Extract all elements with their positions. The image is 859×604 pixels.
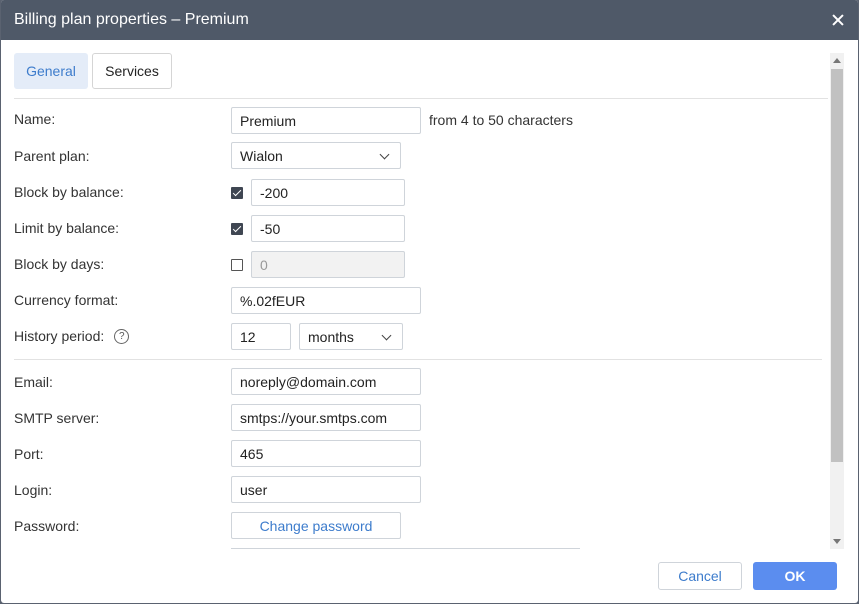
chevron-down-icon [379,149,390,160]
parent-plan-value: Wialon [240,147,283,164]
port-input[interactable]: 465 [231,440,421,467]
scroll-down-arrow-icon[interactable] [833,539,841,544]
history-period-label-text: History period: [14,328,105,344]
name-input[interactable]: Premium [231,107,421,134]
scrollbar[interactable] [830,53,844,549]
next-field-edge [231,548,580,549]
port-label: Port: [14,446,44,462]
name-hint: from 4 to 50 characters [429,112,573,128]
smtp-server-label: SMTP server: [14,410,100,426]
change-password-button[interactable]: Change password [231,512,401,539]
limit-by-balance-label: Limit by balance: [14,220,120,236]
scroll-thumb[interactable] [831,69,843,462]
login-input[interactable]: user [231,476,421,503]
dialog-titlebar: Billing plan properties – Premium [1,0,858,40]
currency-format-input[interactable]: %.02fEUR [231,287,421,314]
block-by-days-label: Block by days: [14,256,105,272]
tab-bar: General Services [14,53,172,89]
block-by-balance-label: Block by balance: [14,184,124,200]
parent-plan-label: Parent plan: [14,148,90,164]
ok-button[interactable]: OK [753,562,837,590]
general-form: Name: Premium from 4 to 50 characters Pa… [14,99,824,549]
dialog-title: Billing plan properties – Premium [14,11,249,28]
currency-format-label: Currency format: [14,292,119,308]
block-by-balance-checkbox[interactable] [231,187,243,199]
history-period-unit-select[interactable]: months [299,323,403,350]
cancel-button[interactable]: Cancel [658,562,742,590]
history-period-unit-value: months [308,328,354,345]
password-label: Password: [14,518,80,534]
name-label: Name: [14,111,56,127]
email-label: Email: [14,374,53,390]
email-input[interactable]: noreply@domain.com [231,368,421,395]
block-by-days-input: 0 [251,251,405,278]
limit-by-balance-checkbox[interactable] [231,223,243,235]
parent-plan-select[interactable]: Wialon [231,142,401,169]
close-icon[interactable] [830,12,846,28]
section-divider [14,359,822,360]
history-period-label: History period: ? [14,328,130,344]
block-by-balance-input[interactable]: -200 [251,179,405,206]
tab-general[interactable]: General [14,53,88,89]
history-period-input[interactable]: 12 [231,323,291,350]
block-by-days-checkbox[interactable] [231,259,243,271]
help-icon[interactable]: ? [114,328,130,344]
tab-services[interactable]: Services [92,53,172,89]
limit-by-balance-input[interactable]: -50 [251,215,405,242]
billing-plan-dialog: Billing plan properties – Premium Genera… [1,0,858,603]
smtp-server-input[interactable]: smtps://your.smtps.com [231,404,421,431]
scroll-up-arrow-icon[interactable] [833,58,841,63]
chevron-down-icon [381,330,392,341]
login-label: Login: [14,482,53,498]
